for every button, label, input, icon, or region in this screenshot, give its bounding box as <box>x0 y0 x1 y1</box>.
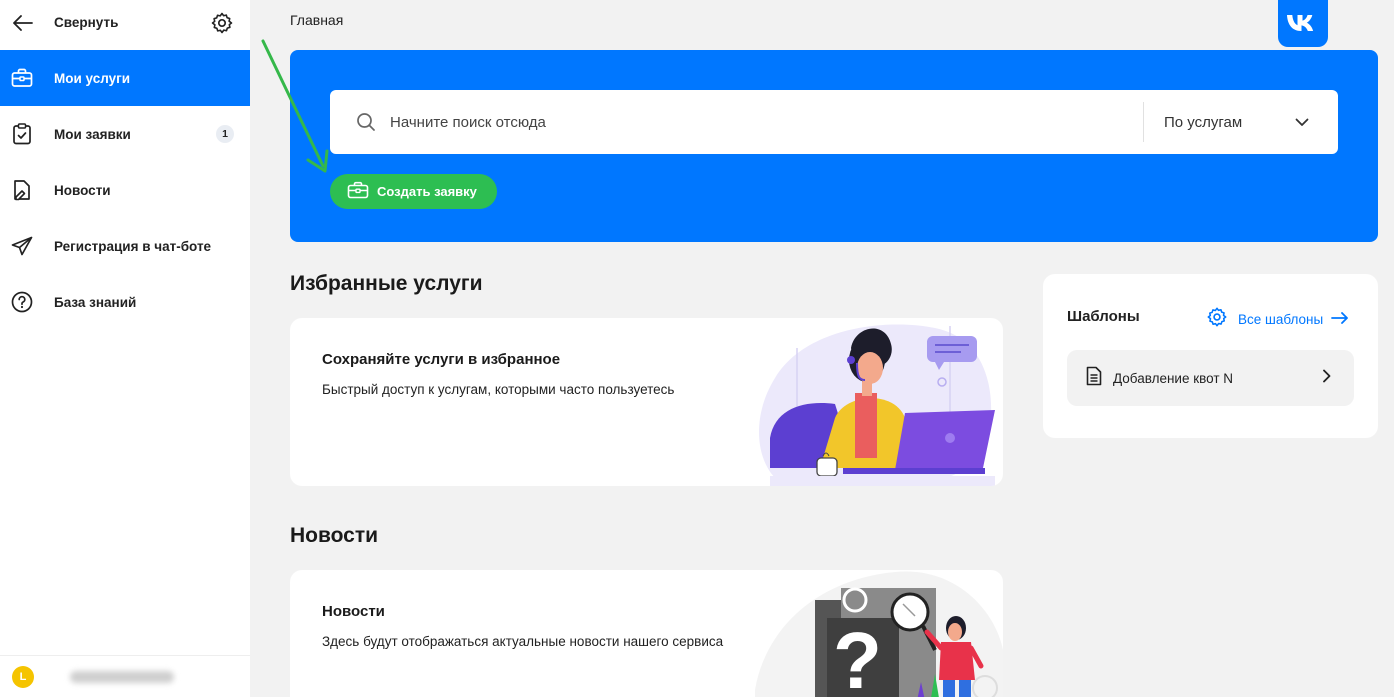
favorites-card: Сохраняйте услуги в избранное Быстрый до… <box>290 318 1003 486</box>
briefcase-icon <box>10 66 34 90</box>
all-templates-link[interactable]: Все шаблоны <box>1206 306 1349 333</box>
gear-icon[interactable] <box>210 11 234 35</box>
search-bar: По услугам <box>330 90 1338 154</box>
question-circle-icon <box>10 290 34 314</box>
svg-text:?: ? <box>833 616 882 697</box>
briefcase-icon <box>347 181 369 202</box>
news-icon <box>10 178 34 202</box>
sidebar-item-chatbot-registration[interactable]: Регистрация в чат-боте <box>0 218 250 274</box>
chevron-down-icon <box>1294 114 1310 130</box>
sidebar-item-my-requests[interactable]: Мои заявки 1 <box>0 106 250 162</box>
sidebar-item-label: Регистрация в чат-боте <box>54 238 212 254</box>
template-item-label: Добавление квот N <box>1113 370 1234 386</box>
templates-title: Шаблоны <box>1067 308 1140 325</box>
sidebar-item-news[interactable]: Новости <box>0 162 250 218</box>
all-templates-label: Все шаблоны <box>1238 312 1324 327</box>
create-request-label: Создать заявку <box>377 184 477 199</box>
document-icon <box>1085 366 1103 391</box>
back-arrow-icon[interactable] <box>12 12 34 34</box>
news-card-title: Новости <box>322 603 385 620</box>
sidebar: Свернуть Мои услуги Мои заявки 1 Новости <box>0 0 250 697</box>
news-card-text: Здесь будут отображаться актуальные ново… <box>322 634 724 649</box>
arrow-right-icon <box>1331 311 1349 329</box>
sidebar-item-label: База знаний <box>54 294 137 310</box>
news-question-illustration: ? <box>755 571 1003 697</box>
sidebar-item-knowledge-base[interactable]: База знаний <box>0 274 250 330</box>
vk-logo-icon <box>1278 0 1328 47</box>
create-request-button[interactable]: Создать заявку <box>330 174 497 209</box>
search-scope-select[interactable]: По услугам <box>1144 90 1338 154</box>
favorites-card-title: Сохраняйте услуги в избранное <box>322 351 561 368</box>
search-input[interactable] <box>390 113 1143 131</box>
search-hero: По услугам Создать заявку <box>290 50 1378 242</box>
user-name-redacted <box>70 670 174 683</box>
user-panel[interactable]: L <box>0 655 250 697</box>
sidebar-header: Свернуть <box>0 0 250 45</box>
avatar[interactable]: L <box>12 665 34 688</box>
search-scope-value: По услугам <box>1164 113 1243 131</box>
templates-card: Шаблоны Все шаблоны Добавление квот N <box>1043 274 1378 438</box>
support-operator-illustration <box>758 324 995 486</box>
clipboard-check-icon <box>10 122 34 146</box>
settings-gear-icon <box>1206 306 1228 333</box>
breadcrumb[interactable]: Главная <box>290 12 343 28</box>
news-heading: Новости <box>290 524 379 547</box>
count-badge: 1 <box>216 125 234 143</box>
news-card: Новости Здесь будут отображаться актуаль… <box>290 570 1003 697</box>
sidebar-item-label: Мои заявки <box>54 126 131 142</box>
paper-plane-icon <box>10 234 34 258</box>
chevron-right-icon <box>1322 369 1332 388</box>
collapse-label[interactable]: Свернуть <box>54 15 210 30</box>
favorites-card-text: Быстрый доступ к услугам, которыми часто… <box>322 382 675 397</box>
favorites-heading: Избранные услуги <box>290 272 483 295</box>
search-icon <box>356 112 376 132</box>
template-item[interactable]: Добавление квот N <box>1067 350 1354 406</box>
app-root: Свернуть Мои услуги Мои заявки 1 Новости <box>0 0 1394 697</box>
sidebar-item-my-services[interactable]: Мои услуги <box>0 50 250 106</box>
sidebar-item-label: Новости <box>54 182 111 198</box>
sidebar-item-label: Мои услуги <box>54 70 131 86</box>
